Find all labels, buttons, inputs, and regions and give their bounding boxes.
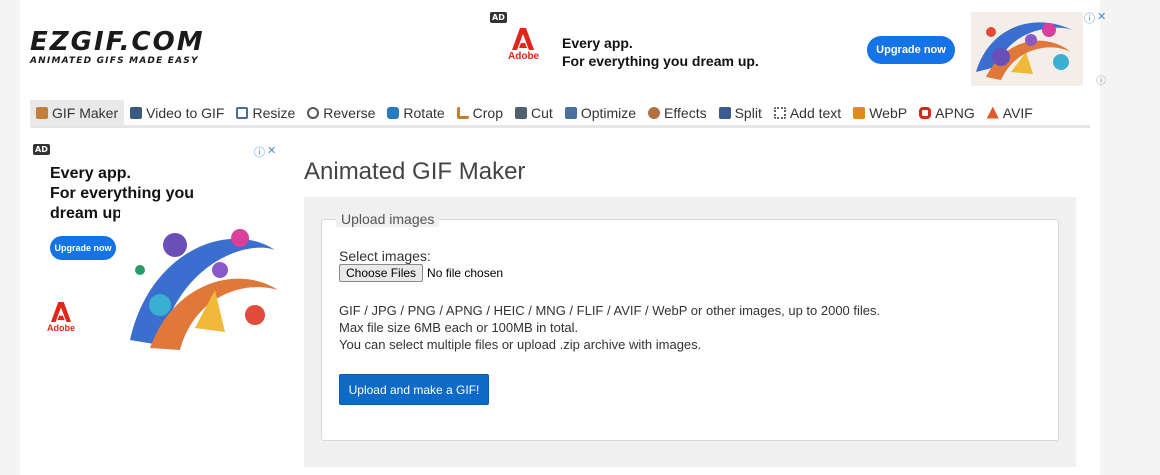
nav-gif-maker[interactable]: GIF Maker	[30, 99, 125, 126]
nav-video-to-gif[interactable]: Video to GIF	[124, 100, 230, 126]
side-ad-artwork	[120, 210, 280, 352]
nav-label: Optimize	[580, 104, 637, 121]
top-ad-headline: Every app. For everything you dream up.	[562, 34, 759, 70]
upload-panel: Upload images Select images: Choose File…	[304, 197, 1076, 467]
nav-label: AVIF	[1002, 104, 1033, 121]
nav-avif[interactable]: AVIF	[981, 100, 1039, 126]
info-multiple: You can select multiple files or upload …	[339, 337, 702, 352]
cut-icon	[515, 106, 528, 119]
nav-label: Reverse	[323, 104, 376, 121]
effects-icon	[648, 106, 661, 119]
select-images-label: Select images:	[339, 248, 431, 264]
add-text-icon	[773, 106, 786, 119]
info-formats: GIF / JPG / PNG / APNG / HEIC / MNG / FL…	[339, 303, 881, 318]
nav-label: APNG	[935, 104, 975, 121]
avif-icon	[986, 106, 999, 119]
ad-badge: AD	[490, 12, 507, 23]
reverse-icon	[307, 106, 320, 119]
adobe-logo-icon	[512, 28, 534, 50]
split-icon	[718, 106, 731, 119]
nav-label: Add text	[789, 104, 842, 121]
ad-close-icon[interactable]: ✕	[1097, 10, 1106, 23]
nav-effects[interactable]: Effects	[642, 100, 713, 126]
nav-label: Crop	[472, 104, 504, 121]
page: EZGIF.COM ANIMATED GIFS MADE EASY AD Ado…	[20, 0, 1106, 475]
ad-close-icon[interactable]: ✕	[267, 144, 276, 157]
adobe-brand-text: Adobe	[47, 323, 75, 333]
upload-info: GIF / JPG / PNG / APNG / HEIC / MNG / FL…	[339, 302, 880, 353]
nav-webp[interactable]: WebP	[847, 100, 913, 126]
top-ad-banner[interactable]: AD Adobe Every app. For everything you d…	[490, 10, 1106, 88]
gif-maker-icon	[36, 106, 48, 119]
nav-reverse[interactable]: Reverse	[301, 100, 381, 126]
nav-label: WebP	[869, 104, 908, 121]
file-input-row: Choose Files No file chosen	[339, 264, 503, 282]
nav-apng[interactable]: APNG	[913, 100, 981, 126]
upload-legend: Upload images	[336, 211, 440, 227]
page-title: Animated GIF Maker	[304, 158, 526, 185]
adobe-brand-text: Adobe	[508, 51, 540, 62]
side-ad-headline-line1: Every app.	[50, 165, 131, 182]
adobe-logo-icon	[51, 302, 71, 322]
crop-icon	[456, 106, 469, 119]
tool-nav: GIF Maker Video to GIF Resize Reverse Ro…	[30, 99, 1090, 128]
webp-icon	[853, 106, 866, 119]
nav-rotate[interactable]: Rotate	[381, 100, 450, 126]
nav-optimize[interactable]: Optimize	[559, 100, 642, 126]
logo-tagline: ANIMATED GIFS MADE EASY	[30, 56, 199, 66]
nav-label: GIF Maker	[52, 104, 119, 121]
top-ad-headline-line2: For everything you dream up.	[562, 53, 759, 69]
nav-crop[interactable]: Crop	[451, 100, 509, 126]
side-ad-headline-line2: For everything you	[50, 185, 195, 202]
optimize-icon	[564, 106, 577, 119]
ad-choices-icon[interactable]: ⓘ	[1096, 72, 1106, 87]
apng-icon	[919, 106, 932, 119]
top-ad-artwork	[971, 12, 1083, 86]
info-size-limit: Max file size 6MB each or 100MB in total…	[339, 320, 579, 335]
ad-info-icon[interactable]: ⓘ	[254, 144, 265, 160]
adobe-logo: Adobe	[46, 302, 76, 333]
nav-resize[interactable]: Resize	[230, 100, 301, 126]
resize-icon	[236, 106, 249, 119]
adobe-logo: Adobe	[508, 28, 540, 62]
upload-fieldset: Upload images Select images: Choose File…	[321, 211, 1059, 441]
nav-label: Effects	[664, 104, 707, 121]
choose-files-button[interactable]: Choose Files	[339, 264, 424, 282]
nav-label: Cut	[531, 104, 553, 121]
nav-label: Split	[734, 104, 762, 121]
side-ad-banner[interactable]: AD ⓘ ✕ Every app. For everything you dre…	[30, 144, 280, 352]
logo-text: EZGIF.COM	[30, 27, 205, 57]
top-ad-headline-line1: Every app.	[562, 35, 633, 51]
ad-badge: AD	[33, 144, 50, 155]
video-icon	[130, 106, 143, 119]
ad-info-icon[interactable]: ⓘ	[1084, 10, 1095, 26]
no-file-chosen-text: No file chosen	[427, 266, 504, 280]
nav-cut[interactable]: Cut	[509, 100, 559, 126]
nav-label: Video to GIF	[146, 104, 225, 121]
nav-add-text[interactable]: Add text	[768, 100, 847, 126]
top-ad-upgrade-button[interactable]: Upgrade now	[867, 36, 955, 64]
site-logo[interactable]: EZGIF.COM ANIMATED GIFS MADE EASY	[30, 27, 220, 66]
nav-label: Rotate	[403, 104, 445, 121]
side-ad-upgrade-button[interactable]: Upgrade now	[50, 236, 116, 260]
rotate-icon	[387, 106, 400, 119]
nav-split[interactable]: Split	[713, 100, 768, 126]
upload-submit-button[interactable]: Upload and make a GIF!	[339, 374, 489, 405]
nav-label: Resize	[252, 104, 296, 121]
